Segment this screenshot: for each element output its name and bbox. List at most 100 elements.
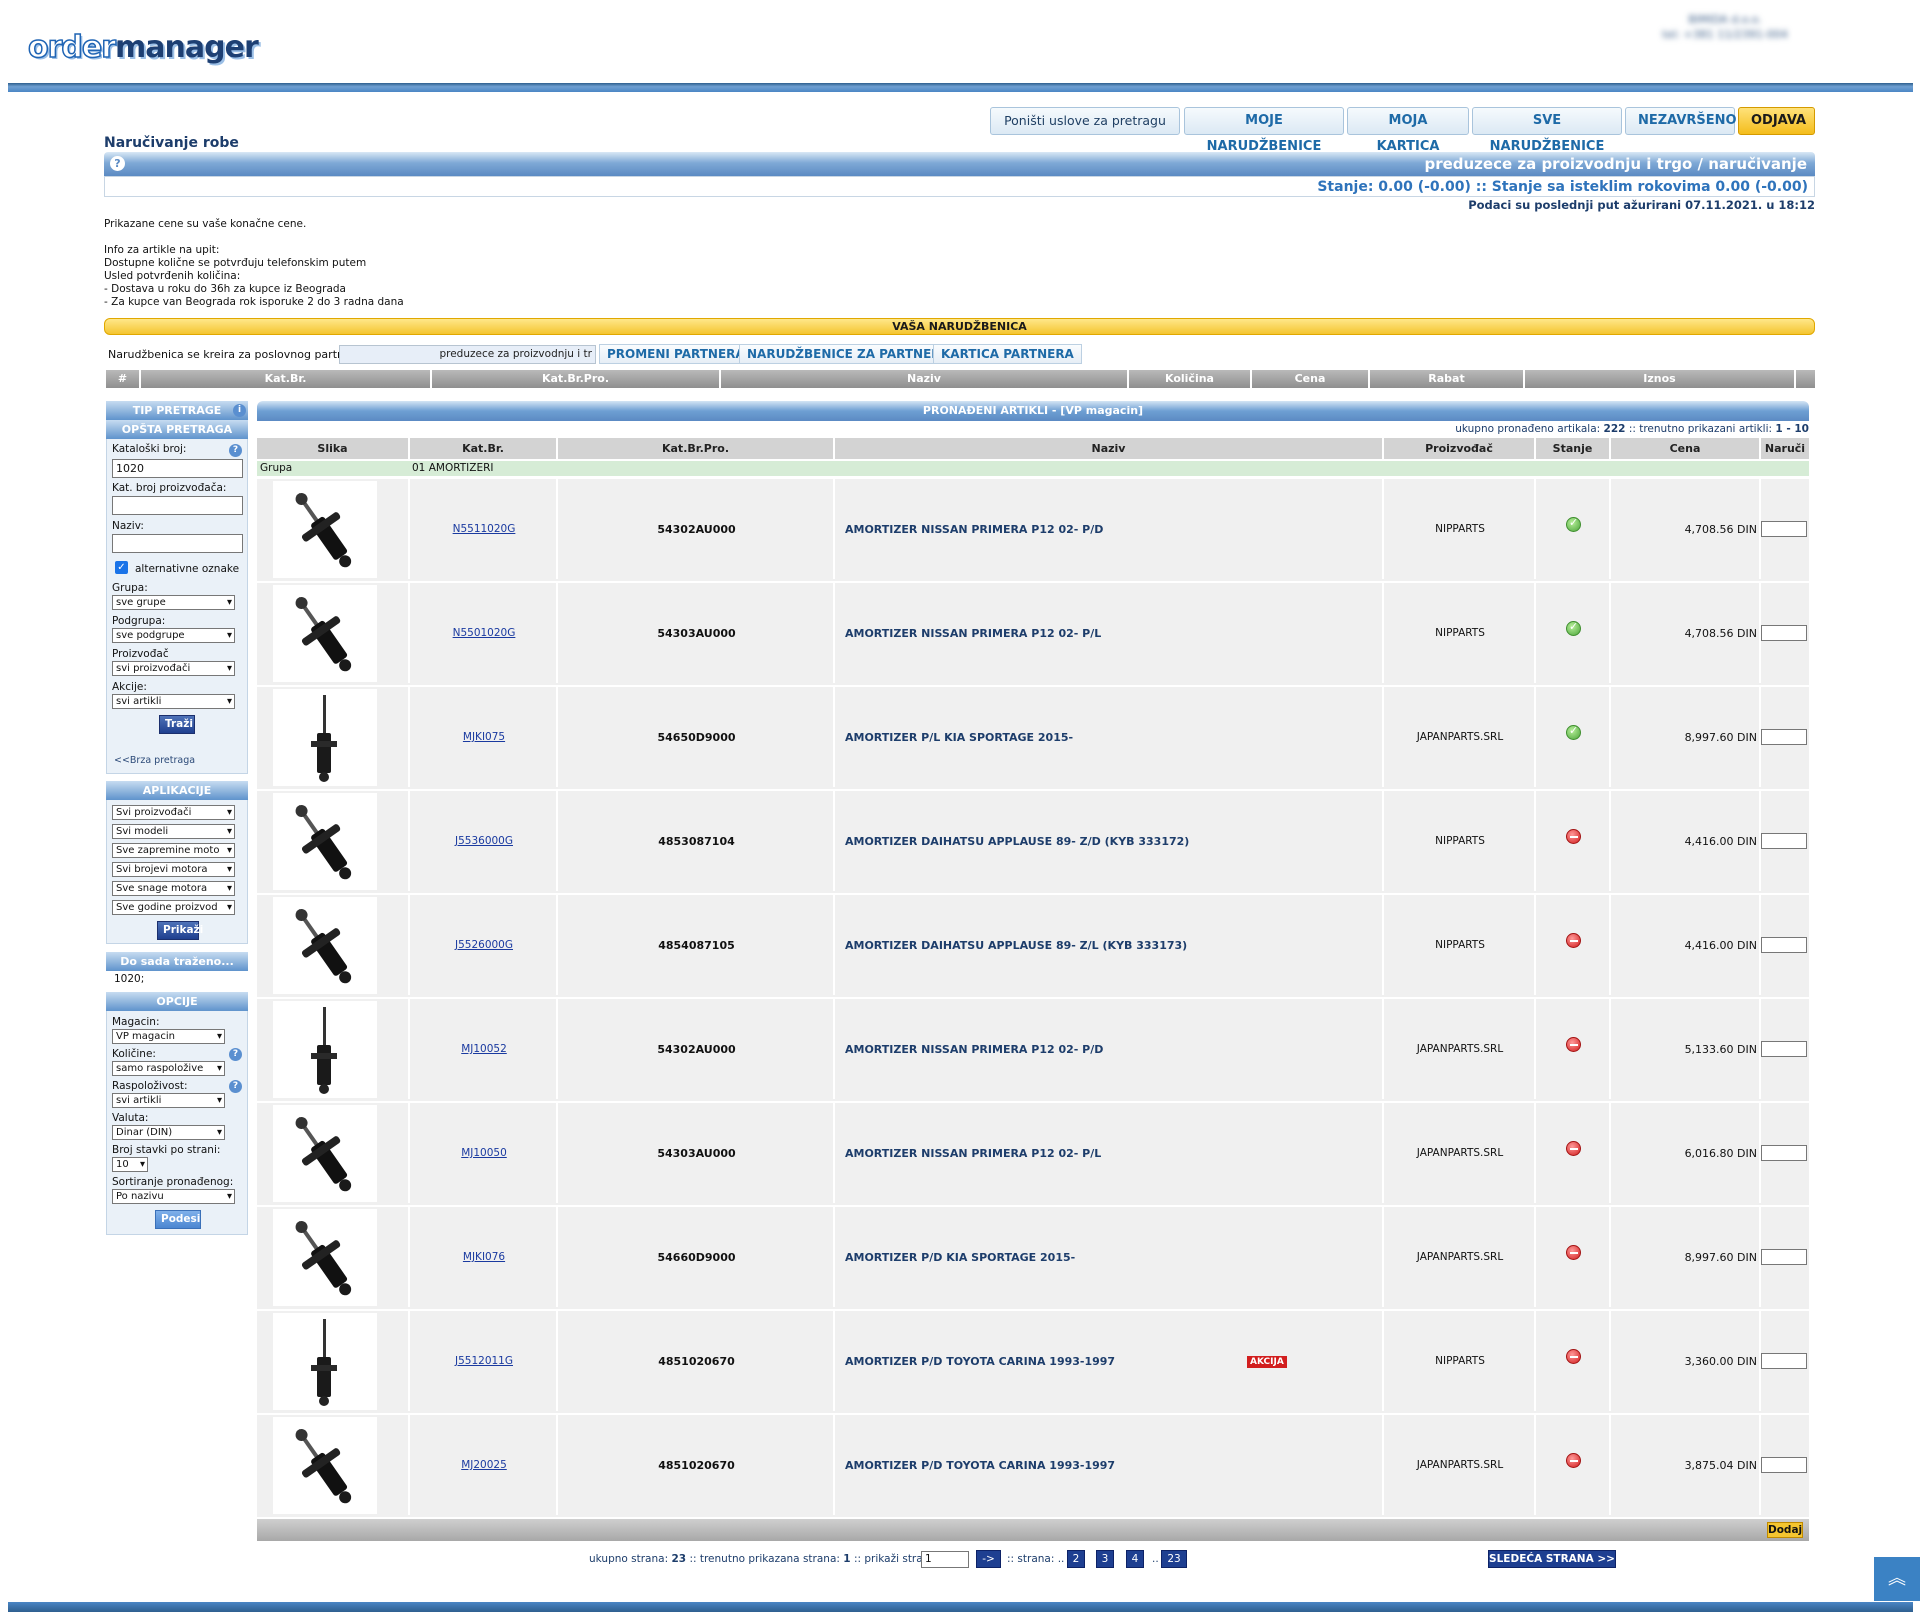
info-icon[interactable]: i	[233, 404, 246, 417]
catalog-number-link[interactable]: MJ20025	[410, 1459, 558, 1471]
reset-search-button[interactable]: Poništi uslove za pretragu	[990, 107, 1180, 135]
producer-select[interactable]: svi proizvođači	[112, 661, 235, 676]
currency-select[interactable]: Dinar (DIN)	[112, 1125, 225, 1140]
product-image[interactable]	[273, 481, 377, 578]
next-page-button[interactable]: SLEDEĆA STRANA >>	[1488, 1550, 1616, 1568]
quantities-select[interactable]: samo raspoložive	[112, 1061, 225, 1076]
catalog-number-link[interactable]: J5512011G	[410, 1355, 558, 1367]
order-quantity-input[interactable]	[1761, 1353, 1807, 1369]
sort-select[interactable]: Po nazivu	[112, 1189, 235, 1204]
order-quantity-input[interactable]	[1761, 1249, 1807, 1265]
help-icon[interactable]: ?	[110, 156, 125, 171]
app-manufacturer-select[interactable]: Svi proizvođači	[112, 805, 235, 820]
catalog-number-link[interactable]: N5501020G	[410, 627, 558, 639]
catalog-number-link[interactable]: MJ10050	[410, 1147, 558, 1159]
price: 6,016.80 DIN	[1684, 1147, 1757, 1160]
order-quantity-input[interactable]	[1761, 1457, 1807, 1473]
order-quantity-input[interactable]	[1761, 833, 1807, 849]
show-button[interactable]: Prikaži	[157, 921, 203, 940]
warehouse-select[interactable]: VP magacin	[112, 1029, 225, 1044]
table-row: N5511020G 54302AU000 AMORTIZER NISSAN PRIM…	[257, 479, 1809, 581]
unfinished-button[interactable]: NEZAVRŠENO	[1625, 107, 1737, 135]
page-last-button[interactable]: 23	[1161, 1550, 1187, 1568]
order-col-end	[1796, 370, 1815, 388]
catalog-number-link[interactable]: MJKI075	[410, 731, 558, 743]
col-catalog: Kat.Br.	[410, 438, 558, 459]
last-updated: Podaci su poslednji put ažurirani 07.11.…	[1468, 198, 1815, 212]
search-type-header[interactable]: TIP PRETRAGE	[106, 401, 248, 420]
product-image[interactable]	[273, 793, 377, 890]
page-2-button[interactable]: 2	[1067, 1550, 1085, 1568]
name-input[interactable]	[112, 534, 243, 553]
company-name: BIMIDA d.o.o.	[1688, 13, 1762, 26]
product-image[interactable]	[273, 1313, 377, 1410]
catalog-number-input[interactable]: 1020	[112, 459, 243, 478]
go-page-button[interactable]: ->	[976, 1550, 1001, 1568]
catalog-number-link[interactable]: J5536000G	[410, 835, 558, 847]
image-cell	[257, 1207, 410, 1307]
availability-select[interactable]: svi artikli	[112, 1093, 225, 1108]
page-4-button[interactable]: 4	[1126, 1550, 1144, 1568]
app-engine-volume-select[interactable]: Sve zapremine moto	[112, 843, 235, 858]
product-image[interactable]	[273, 897, 377, 994]
producer-name: NIPPARTS	[1435, 627, 1485, 639]
order-quantity-input[interactable]	[1761, 729, 1807, 745]
order-bar: VAŠA NARUDŽBENICA	[104, 318, 1815, 335]
all-orders-button[interactable]: SVE NARUDŽBENICE	[1472, 107, 1622, 154]
order-quantity-input[interactable]	[1761, 1145, 1807, 1161]
product-image[interactable]	[273, 1209, 377, 1306]
manufacturer-number-input[interactable]	[112, 496, 243, 515]
apply-options-button[interactable]: Podesi	[155, 1210, 201, 1229]
app-model-select[interactable]: Svi modeli	[112, 824, 235, 839]
price: 3,360.00 DIN	[1684, 1355, 1757, 1368]
group-select[interactable]: sve grupe	[112, 595, 235, 610]
subgroup-select[interactable]: sve podgrupe	[112, 628, 235, 643]
help-icon[interactable]: ?	[229, 1080, 242, 1093]
quantities-label: Količine:	[112, 1048, 156, 1060]
order-quantity-input[interactable]	[1761, 1041, 1807, 1057]
ordermanager-logo[interactable]: ordermanager	[27, 29, 259, 66]
product-name: AMORTIZER P/D TOYOTA CARINA 1993-1997	[845, 1459, 1116, 1472]
scroll-to-top-button[interactable]: ︽	[1874, 1557, 1920, 1601]
actions-label: Akcije:	[112, 681, 147, 693]
catalog-number-link[interactable]: MJ10052	[410, 1043, 558, 1055]
app-engine-number-select[interactable]: Svi brojevi motora	[112, 862, 235, 877]
history-value[interactable]: 1020;	[114, 973, 144, 985]
my-orders-button[interactable]: MOJE NARUDŽBENICE	[1184, 107, 1344, 154]
price: 4,708.56 DIN	[1684, 523, 1757, 536]
page-input[interactable]: 1	[921, 1551, 969, 1568]
partner-orders-button[interactable]: NARUDŽBENICE ZA PARTNERA	[739, 344, 958, 364]
change-partner-button[interactable]: PROMENI PARTNERA	[599, 344, 753, 364]
product-image[interactable]	[273, 585, 377, 682]
my-card-button[interactable]: MOJA KARTICA	[1347, 107, 1469, 154]
page-3-button[interactable]: 3	[1096, 1550, 1114, 1568]
product-image[interactable]	[273, 689, 377, 786]
catalog-number-link[interactable]: J5526000G	[410, 939, 558, 951]
partner-card-button[interactable]: KARTICA PARTNERA	[933, 344, 1082, 364]
quick-search-link[interactable]: <<Brza pretraga	[114, 755, 195, 766]
search-button[interactable]: Traži	[159, 715, 195, 734]
partner-input[interactable]: preduzece za proizvodnju i tr	[339, 345, 596, 364]
order-quantity-input[interactable]	[1761, 521, 1807, 537]
logout-button[interactable]: ODJAVA	[1738, 107, 1815, 135]
help-icon[interactable]: ?	[229, 444, 242, 457]
product-name: AMORTIZER NISSAN PRIMERA P12 02- P/L	[845, 627, 1102, 640]
shock-absorber-icon	[295, 804, 352, 880]
col-order: Naruči	[1761, 438, 1809, 459]
product-image[interactable]	[273, 1417, 377, 1514]
product-image[interactable]	[273, 1001, 377, 1098]
catalog-number-link[interactable]: MJKI076	[410, 1251, 558, 1263]
order-quantity-input[interactable]	[1761, 625, 1807, 641]
order-col-num: #	[106, 370, 141, 388]
app-year-select[interactable]: Sve godine proizvod	[112, 900, 235, 915]
help-icon[interactable]: ?	[229, 1048, 242, 1061]
order-quantity-input[interactable]	[1761, 937, 1807, 953]
actions-select[interactable]: svi artikli	[112, 694, 235, 709]
app-engine-power-select[interactable]: Sve snage motora	[112, 881, 235, 896]
shock-absorber-icon	[295, 1220, 352, 1296]
product-image[interactable]	[273, 1105, 377, 1202]
add-to-order-button[interactable]: Dodaj	[1767, 1522, 1803, 1538]
items-per-page-select[interactable]: 10	[112, 1157, 148, 1172]
alternative-codes-checkbox[interactable]: ✓	[115, 561, 128, 574]
catalog-number-link[interactable]: N5511020G	[410, 523, 558, 535]
